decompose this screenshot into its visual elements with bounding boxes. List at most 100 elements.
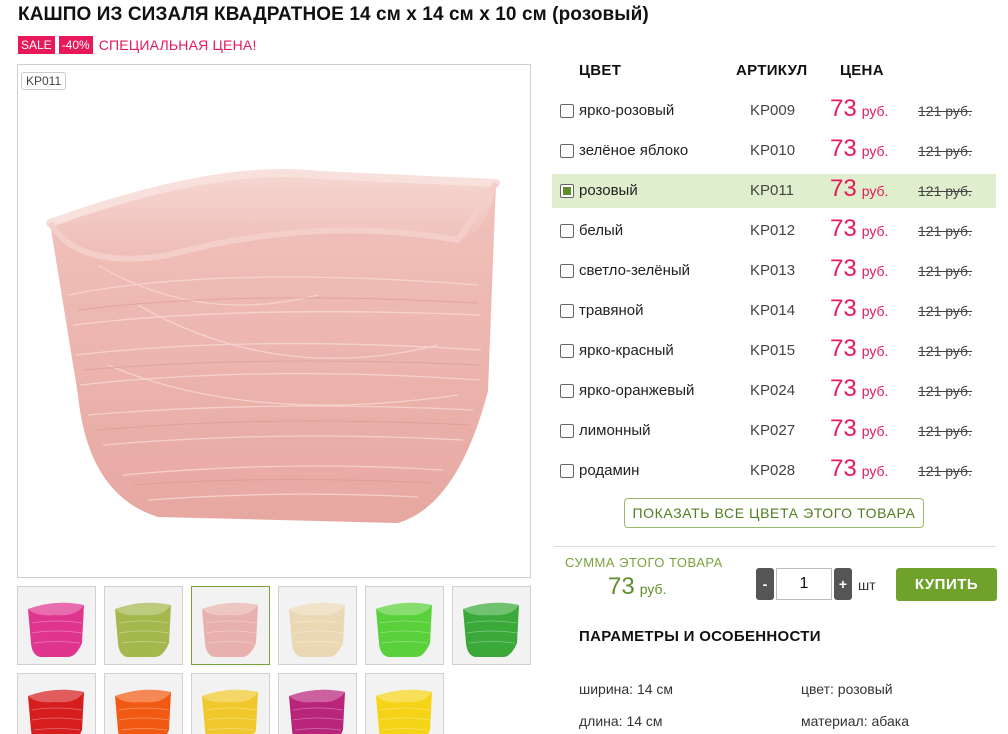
product-thumbnail[interactable] bbox=[104, 673, 183, 734]
basket-thumbnail-image bbox=[289, 602, 345, 657]
color-price: 73 руб. bbox=[830, 455, 888, 483]
price-currency: руб. bbox=[861, 383, 889, 399]
color-price: 73 руб. bbox=[830, 335, 888, 363]
sum-label: СУММА ЭТОГО ТОВАРА bbox=[565, 555, 723, 570]
price-currency: руб. bbox=[861, 463, 889, 479]
product-thumbnail[interactable] bbox=[17, 673, 96, 734]
price-amount: 73 bbox=[830, 175, 857, 202]
old-price: 121 руб. bbox=[918, 223, 972, 239]
increment-button[interactable]: + bbox=[834, 568, 852, 600]
product-thumbnail[interactable] bbox=[191, 673, 270, 734]
basket-thumbnail-image bbox=[289, 689, 345, 734]
price-currency: руб. bbox=[861, 143, 889, 159]
old-price: 121 руб. bbox=[918, 263, 972, 279]
sale-row: SALE -40% СПЕЦИАЛЬНАЯ ЦЕНА! bbox=[18, 36, 257, 54]
basket-thumbnail-image bbox=[376, 602, 432, 657]
color-sku: KP028 bbox=[750, 462, 796, 479]
basket-thumbnail-image bbox=[202, 689, 258, 734]
color-sku: KP015 bbox=[750, 342, 796, 359]
color-price: 73 руб. bbox=[830, 415, 888, 443]
color-option-row[interactable]: светло-зелёный KP013 73 руб. 121 руб. bbox=[552, 254, 996, 288]
color-option-row[interactable]: розовый KP011 73 руб. 121 руб. bbox=[552, 174, 996, 208]
param-length: длина: 14 см bbox=[579, 713, 663, 729]
price-currency: руб. bbox=[861, 263, 889, 279]
color-sku: KP027 bbox=[750, 422, 796, 439]
decrement-button[interactable]: - bbox=[756, 568, 774, 600]
color-option-row[interactable]: ярко-оранжевый KP024 73 руб. 121 руб. bbox=[552, 374, 996, 408]
color-checkbox[interactable] bbox=[560, 144, 574, 158]
product-thumbnail[interactable] bbox=[278, 673, 357, 734]
color-name: родамин bbox=[579, 462, 640, 479]
sale-badge: SALE bbox=[18, 36, 55, 54]
price-currency: руб. bbox=[861, 183, 889, 199]
price-amount: 73 bbox=[830, 215, 857, 242]
color-checkbox[interactable] bbox=[560, 344, 574, 358]
special-price-label: СПЕЦИАЛЬНАЯ ЦЕНА! bbox=[98, 37, 257, 53]
color-checkbox[interactable] bbox=[560, 464, 574, 478]
color-checkbox[interactable] bbox=[560, 264, 574, 278]
color-option-row[interactable]: ярко-розовый KP009 73 руб. 121 руб. bbox=[552, 94, 996, 128]
old-price: 121 руб. bbox=[918, 303, 972, 319]
main-product-photo[interactable]: KP011 bbox=[17, 64, 531, 578]
color-checkbox[interactable] bbox=[560, 304, 574, 318]
color-name: ярко-красный bbox=[579, 342, 674, 359]
color-price: 73 руб. bbox=[830, 295, 888, 323]
color-name: ярко-розовый bbox=[579, 102, 675, 119]
price-amount: 73 bbox=[830, 295, 857, 322]
old-price: 121 руб. bbox=[918, 103, 972, 119]
color-name: розовый bbox=[579, 182, 638, 199]
price-currency: руб. bbox=[861, 423, 889, 439]
product-title: КАШПО ИЗ СИЗАЛЯ КВАДРАТНОЕ 14 см x 14 см… bbox=[18, 4, 649, 25]
color-checkbox[interactable] bbox=[560, 104, 574, 118]
discount-badge: -40% bbox=[58, 36, 93, 54]
column-header-sku: АРТИКУЛ bbox=[736, 62, 808, 79]
buy-button[interactable]: КУПИТЬ bbox=[896, 568, 997, 601]
color-option-row[interactable]: лимонный KP027 73 руб. 121 руб. bbox=[552, 414, 996, 448]
product-thumbnail[interactable] bbox=[452, 586, 531, 665]
photo-sku-tag: KP011 bbox=[21, 72, 67, 90]
quantity-input[interactable] bbox=[776, 568, 832, 600]
param-color: цвет: розовый bbox=[801, 681, 893, 697]
price-currency: руб. bbox=[861, 343, 889, 359]
color-checkbox[interactable] bbox=[560, 184, 574, 198]
color-sku: KP011 bbox=[750, 182, 794, 199]
color-option-row[interactable]: ярко-красный KP015 73 руб. 121 руб. bbox=[552, 334, 996, 368]
price-amount: 73 bbox=[830, 135, 857, 162]
color-option-row[interactable]: белый KP012 73 руб. 121 руб. bbox=[552, 214, 996, 248]
product-thumbnail[interactable] bbox=[17, 586, 96, 665]
basket-thumbnail-image bbox=[202, 602, 258, 657]
color-checkbox[interactable] bbox=[560, 384, 574, 398]
color-option-row[interactable]: травяной KP014 73 руб. 121 руб. bbox=[552, 294, 996, 328]
old-price: 121 руб. bbox=[918, 423, 972, 439]
color-checkbox[interactable] bbox=[560, 424, 574, 438]
color-option-row[interactable]: родамин KP028 73 руб. 121 руб. bbox=[552, 454, 996, 488]
color-price: 73 руб. bbox=[830, 135, 888, 163]
color-price: 73 руб. bbox=[830, 175, 888, 203]
show-all-colors-button[interactable]: ПОКАЗАТЬ ВСЕ ЦВЕТА ЭТОГО ТОВАРА bbox=[624, 498, 924, 528]
color-sku: KP012 bbox=[750, 222, 796, 239]
old-price: 121 руб. bbox=[918, 343, 972, 359]
price-amount: 73 bbox=[830, 95, 857, 122]
basket-thumbnail-image bbox=[115, 689, 171, 734]
product-thumbnail[interactable] bbox=[191, 586, 270, 665]
param-width: ширина: 14 см bbox=[579, 681, 674, 697]
basket-thumbnail-image bbox=[28, 689, 84, 734]
old-price: 121 руб. bbox=[918, 143, 972, 159]
column-header-price: ЦЕНА bbox=[840, 62, 884, 79]
basket-thumbnail-image bbox=[463, 602, 519, 657]
sum-amount: 73 bbox=[608, 573, 635, 600]
price-currency: руб. bbox=[861, 103, 889, 119]
color-checkbox[interactable] bbox=[560, 224, 574, 238]
product-thumbnail[interactable] bbox=[365, 586, 444, 665]
product-thumbnail[interactable] bbox=[365, 673, 444, 734]
color-name: белый bbox=[579, 222, 624, 239]
param-material: материал: абака bbox=[801, 713, 909, 729]
product-thumbnail[interactable] bbox=[104, 586, 183, 665]
color-option-row[interactable]: зелёное яблоко KP010 73 руб. 121 руб. bbox=[552, 134, 996, 168]
quantity-stepper: - + bbox=[756, 568, 852, 600]
price-amount: 73 bbox=[830, 415, 857, 442]
product-thumbnail[interactable] bbox=[278, 586, 357, 665]
price-amount: 73 bbox=[830, 455, 857, 482]
price-currency: руб. bbox=[861, 223, 889, 239]
old-price: 121 руб. bbox=[918, 183, 972, 199]
